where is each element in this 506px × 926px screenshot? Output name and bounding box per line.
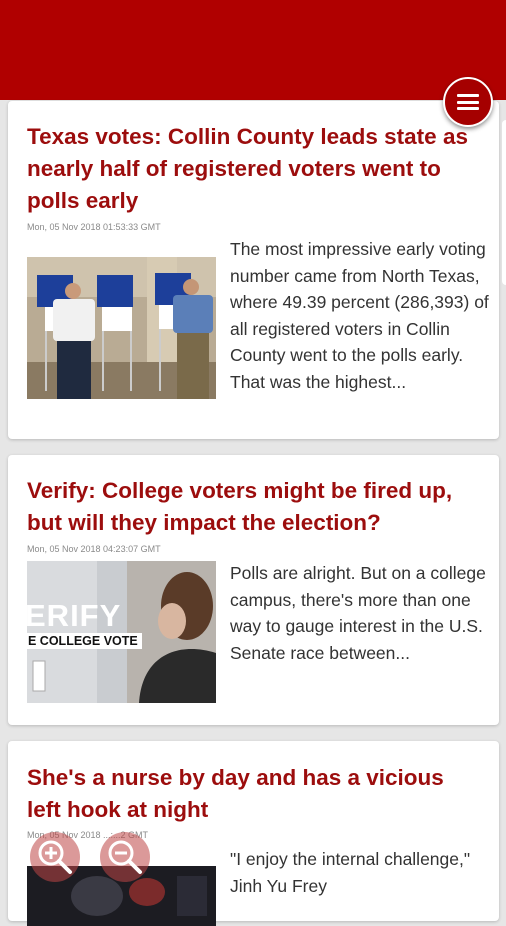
article-title[interactable]: Verify: College voters might be fired up…: [27, 475, 482, 539]
article-title[interactable]: Texas votes: Collin County leads state a…: [27, 121, 482, 217]
image-overlay-verify: ERIFY: [27, 598, 122, 633]
article-title[interactable]: She's a nurse by day and has a vicious l…: [27, 762, 482, 826]
article-excerpt: Polls are alright. But on a college camp…: [230, 563, 486, 663]
article-date: Mon, 05 Nov 2018 01:53:33 GMT: [27, 222, 161, 232]
article-date: Mon, 05 Nov 2018 04:23:07 GMT: [27, 544, 161, 554]
article-card[interactable]: She's a nurse by day and has a vicious l…: [8, 741, 499, 926]
article-excerpt: "I enjoy the internal challenge," Jinh Y…: [230, 849, 471, 896]
next-card-edge: [502, 120, 506, 285]
zoom-in-icon: [38, 840, 72, 874]
article-excerpt: The most impressive early voting number …: [230, 239, 489, 392]
zoom-out-icon: [108, 840, 142, 874]
article-thumbnail[interactable]: ERIFY E COLLEGE VOTE: [27, 561, 216, 703]
article-card[interactable]: Texas votes: Collin County leads state a…: [8, 101, 499, 439]
zoom-in-button[interactable]: [30, 832, 80, 882]
app-header-bar: [0, 0, 506, 100]
article-thumbnail[interactable]: [27, 257, 216, 399]
zoom-out-button[interactable]: [100, 832, 150, 882]
hamburger-menu-icon: [457, 94, 479, 110]
article-card[interactable]: Verify: College voters might be fired up…: [8, 455, 499, 725]
menu-button[interactable]: [443, 77, 493, 127]
image-overlay-caption: E COLLEGE VOTE: [27, 633, 142, 649]
